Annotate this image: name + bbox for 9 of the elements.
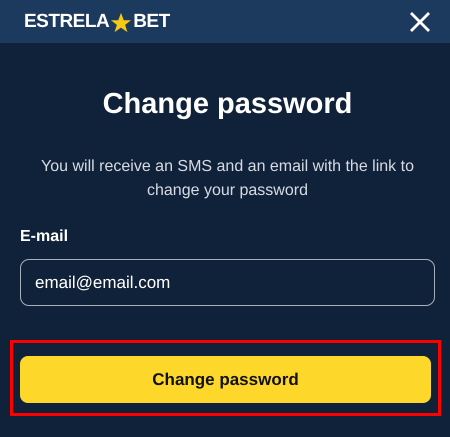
- star-icon: [110, 12, 132, 34]
- logo-text: ESTRELA: [24, 10, 110, 32]
- change-password-button[interactable]: Change password: [20, 356, 431, 403]
- close-button[interactable]: [408, 10, 432, 34]
- dialog-title: Change password: [102, 87, 354, 121]
- email-field[interactable]: email@email.com: [20, 259, 435, 306]
- description-text: You will receive an SMS and an email with the link to change your password: [40, 157, 415, 201]
- field-label: E-mail: [20, 227, 68, 247]
- logo-text: BET: [133, 10, 170, 32]
